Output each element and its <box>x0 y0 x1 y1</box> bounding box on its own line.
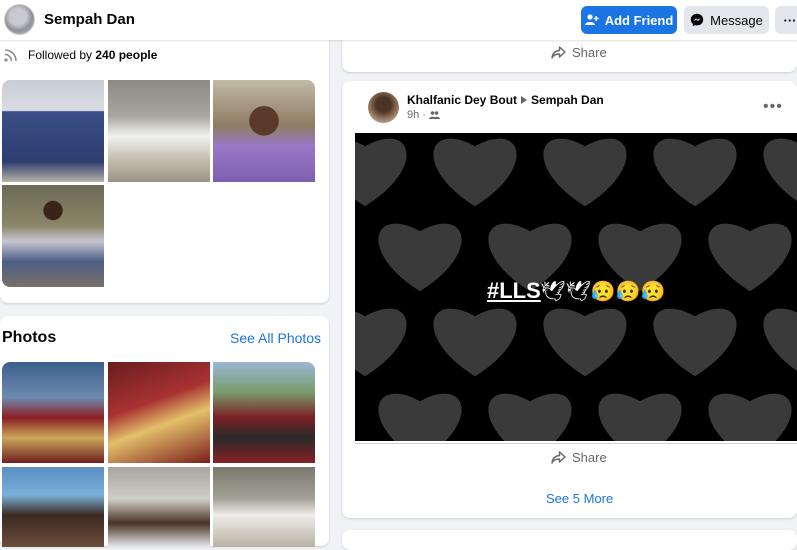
post-emojis: 🕊🕊😥😥😥 <box>540 281 666 303</box>
followers-count[interactable]: 240 people <box>95 48 157 62</box>
heart-shape <box>653 308 737 377</box>
heart-shape <box>543 308 627 377</box>
post-meta: 9h · <box>407 109 440 121</box>
photo-thumbnail[interactable] <box>2 362 104 463</box>
heart-shape <box>763 308 797 371</box>
heart-shape <box>378 223 462 292</box>
share-icon <box>551 451 566 464</box>
share-label: Share <box>572 45 607 60</box>
photos-section-title[interactable]: Photos <box>2 329 56 347</box>
heart-shape <box>433 308 517 377</box>
followed-by-prefix: Followed by <box>28 48 93 62</box>
featured-photo[interactable] <box>2 185 104 287</box>
message-button[interactable]: Message <box>684 6 769 34</box>
heart-shape <box>355 308 407 377</box>
rss-icon <box>4 49 17 62</box>
next-post-card <box>342 530 797 550</box>
see-more-link[interactable]: See 5 More <box>546 491 613 506</box>
more-options-button[interactable]: ··· <box>775 6 797 34</box>
post-share-button[interactable]: Share <box>551 450 607 465</box>
photo-thumbnail[interactable] <box>213 362 315 463</box>
profile-name[interactable]: Sempah Dan <box>44 11 135 28</box>
post-author-name[interactable]: Khalfanic Dey Bout <box>407 93 517 107</box>
post-divider <box>355 443 797 444</box>
add-friend-label: Add Friend <box>604 12 674 28</box>
add-friend-button[interactable]: Add Friend <box>581 6 677 34</box>
heart-shape <box>433 138 517 207</box>
share-button[interactable]: Share <box>551 45 607 60</box>
triangle-right-icon <box>521 96 528 104</box>
see-all-photos-link[interactable]: See All Photos <box>230 330 321 346</box>
heart-shape <box>355 138 407 207</box>
friends-audience-icon <box>428 111 440 119</box>
add-friend-icon <box>584 14 599 25</box>
share-icon <box>551 46 566 59</box>
photo-thumbnail[interactable] <box>2 467 104 547</box>
profile-avatar[interactable] <box>4 4 35 35</box>
share-label: Share <box>572 450 607 465</box>
post-target-name[interactable]: Sempah Dan <box>531 93 604 107</box>
photo-thumbnail[interactable] <box>108 362 210 463</box>
heart-shape <box>378 393 462 441</box>
heart-shape <box>598 393 682 441</box>
heart-shape <box>543 138 627 207</box>
heart-shape <box>708 223 792 292</box>
photo-thumbnail[interactable] <box>108 467 210 547</box>
profile-header-bar: Sempah Dan Add Friend Message ··· <box>0 0 797 40</box>
post-options-icon[interactable]: ••• <box>763 98 783 116</box>
post-timestamp[interactable]: 9h <box>407 109 419 121</box>
heart-shape <box>653 138 737 207</box>
heart-shape <box>763 138 797 201</box>
heart-shape <box>488 393 572 441</box>
post-author-avatar[interactable] <box>368 92 399 123</box>
featured-photo[interactable] <box>108 80 210 182</box>
followers-row: Followed by 240 people <box>4 48 157 62</box>
post-author-line: Khalfanic Dey Bout Sempah Dan <box>407 93 604 107</box>
heart-shape <box>708 393 792 441</box>
featured-photo[interactable] <box>213 80 315 182</box>
message-label: Message <box>710 12 763 28</box>
hashtag-link[interactable]: #LLS <box>487 278 541 304</box>
more-dots-icon: ··· <box>783 12 797 28</box>
messenger-icon <box>690 13 704 27</box>
featured-photo[interactable] <box>2 80 104 182</box>
photo-thumbnail[interactable] <box>213 467 315 547</box>
